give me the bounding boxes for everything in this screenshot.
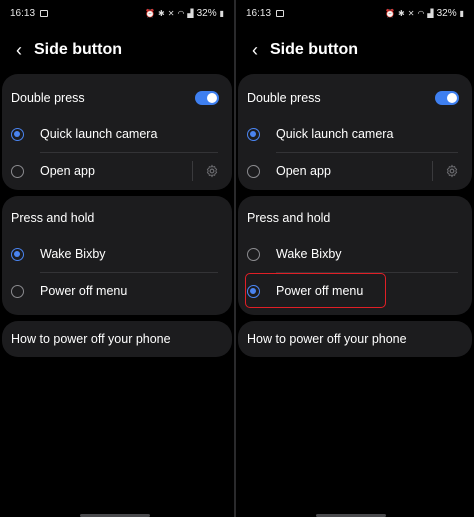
gallery-notification-icon (276, 9, 285, 17)
double-press-label: Double press (11, 91, 85, 105)
press-and-hold-header: Press and hold (238, 200, 472, 236)
page-title: Side button (34, 41, 122, 58)
wifi-icon: ◠ (417, 8, 425, 18)
option-label: Open app (40, 164, 95, 178)
double-press-card: Double press Quick launch camera Open ap… (2, 74, 232, 190)
app-bar: ‹ Side button (0, 26, 234, 74)
option-power-off-menu[interactable]: Power off menu (238, 273, 472, 309)
press-and-hold-card: Press and hold Wake Bixby Power off menu (2, 196, 232, 315)
phone-screen-left: 16:13 ⏰ ✱ ✕ ◠ ▟ 32% ▮ ‹ Side button Doub… (0, 0, 234, 517)
vertical-divider (432, 161, 433, 181)
status-bar: 16:13 ⏰ ✱ ✕ ◠ ▟ 32% ▮ (236, 0, 474, 26)
status-time: 16:13 (10, 7, 36, 19)
page-title: Side button (270, 41, 358, 58)
press-and-hold-label: Press and hold (11, 211, 95, 225)
back-arrow-icon[interactable]: ‹ (244, 40, 266, 61)
gear-icon[interactable] (445, 164, 459, 178)
option-label: Quick launch camera (40, 127, 158, 141)
status-time: 16:13 (246, 7, 272, 19)
double-press-switch[interactable] (195, 91, 219, 105)
gallery-notification-icon (40, 9, 49, 17)
press-and-hold-card: Press and hold Wake Bixby Power off menu (238, 196, 472, 315)
option-power-off-menu[interactable]: Power off menu (2, 273, 232, 309)
double-press-toggle-row[interactable]: Double press (2, 80, 232, 116)
radio-selected-icon[interactable] (247, 284, 260, 298)
signal-icon: ▟ (187, 8, 194, 18)
back-arrow-icon[interactable]: ‹ (8, 40, 30, 61)
option-quick-launch-camera[interactable]: Quick launch camera (238, 116, 472, 152)
radio-unselected-icon[interactable] (247, 164, 260, 178)
option-label: Power off menu (40, 284, 128, 298)
press-and-hold-header: Press and hold (2, 200, 232, 236)
battery-percent: 32% (436, 7, 457, 19)
help-link-card[interactable]: How to power off your phone (238, 321, 472, 357)
signal-icon: ▟ (427, 8, 434, 18)
option-label: Power off menu (276, 284, 364, 298)
vertical-divider (192, 161, 193, 181)
alarm-icon: ⏰ (385, 8, 396, 18)
alarm-icon: ⏰ (145, 8, 156, 18)
help-link-label: How to power off your phone (11, 332, 171, 346)
double-press-switch[interactable] (435, 91, 459, 105)
battery-icon: ▮ (219, 8, 224, 18)
radio-selected-icon[interactable] (11, 247, 24, 261)
option-open-app[interactable]: Open app (2, 153, 232, 189)
double-press-label: Double press (247, 91, 321, 105)
bluetooth-icon: ✱ (158, 8, 165, 18)
mute-icon: ✕ (167, 8, 175, 18)
radio-unselected-icon[interactable] (11, 164, 24, 178)
status-bar: 16:13 ⏰ ✱ ✕ ◠ ▟ 32% ▮ (0, 0, 234, 26)
option-label: Quick launch camera (276, 127, 394, 141)
option-open-app[interactable]: Open app (238, 153, 472, 189)
phone-screen-right: 16:13 ⏰ ✱ ✕ ◠ ▟ 32% ▮ ‹ Side button Doub… (236, 0, 474, 517)
app-bar: ‹ Side button (236, 26, 474, 74)
radio-selected-icon[interactable] (11, 127, 24, 141)
option-quick-launch-camera[interactable]: Quick launch camera (2, 116, 232, 152)
battery-icon: ▮ (459, 8, 464, 18)
comparison-stage: 16:13 ⏰ ✱ ✕ ◠ ▟ 32% ▮ ‹ Side button Doub… (0, 0, 474, 517)
help-link-label: How to power off your phone (247, 332, 407, 346)
radio-unselected-icon[interactable] (247, 247, 260, 261)
option-label: Open app (276, 164, 331, 178)
option-label: Wake Bixby (276, 247, 342, 261)
bluetooth-icon: ✱ (398, 8, 405, 18)
press-and-hold-label: Press and hold (247, 211, 331, 225)
option-label: Wake Bixby (40, 247, 106, 261)
radio-selected-icon[interactable] (247, 127, 260, 141)
wifi-icon: ◠ (177, 8, 185, 18)
double-press-card: Double press Quick launch camera Open ap… (238, 74, 472, 190)
double-press-toggle-row[interactable]: Double press (238, 80, 472, 116)
gear-icon[interactable] (205, 164, 219, 178)
option-wake-bixby[interactable]: Wake Bixby (238, 236, 472, 272)
mute-icon: ✕ (407, 8, 415, 18)
help-link-card[interactable]: How to power off your phone (2, 321, 232, 357)
option-wake-bixby[interactable]: Wake Bixby (2, 236, 232, 272)
battery-percent: 32% (196, 7, 217, 19)
radio-unselected-icon[interactable] (11, 284, 24, 298)
